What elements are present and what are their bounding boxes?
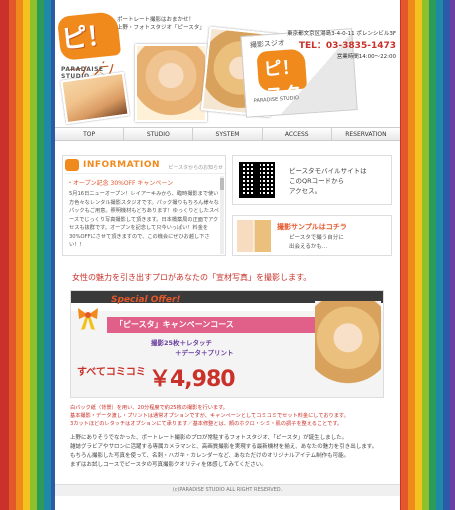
nav-system[interactable]: SYSTEM bbox=[193, 128, 263, 140]
sample-caption-line-1: ピースタで撮う自分に bbox=[289, 235, 344, 241]
description-line-2: 雑誌グラビアやサロンに活躍する専属カメラマンと、高画質撮影を実現する最新機材を揃… bbox=[70, 444, 378, 450]
tagline-line-1: ポートレート撮影はおまかせ！ bbox=[117, 17, 195, 23]
nav-reservation[interactable]: RESERVATION bbox=[332, 128, 400, 140]
news-title[interactable]: ・オープン記念 30%OFF キャンペーン bbox=[67, 178, 173, 187]
qr-caption-line-2: このQRコードから bbox=[289, 177, 345, 185]
qr-caption-line-3: アクセス。 bbox=[289, 187, 322, 195]
offer-note-3: 3カットほどのレタッチはオプションにて承ります／基本修整とは、顔のホクロ・シミ・… bbox=[70, 421, 343, 427]
special-offer-banner: Special Offer! 「ピースタ」キャンペーンコース 撮影25枚＋レタッ… bbox=[70, 290, 384, 398]
special-offer-heading: Special Offer! bbox=[111, 295, 181, 305]
news-body: 5月16日ニューオープン！レイアーキみから、臨時撮影まで使い方色々なレンタル撮影… bbox=[69, 191, 219, 248]
description-line-4: まずはお試しコースでピースタの写真撮影クオリティを体感してみてください。 bbox=[70, 462, 267, 468]
offer-note-1: 白バック紙（背景）を用い、20分程度で約25枚の撮影を行います。 bbox=[70, 405, 228, 411]
offer-price: ￥4,980 bbox=[149, 367, 236, 392]
header: ピ！スタ PARADAISE STUDIO ポートレート撮影はおまかせ！ 上野・… bbox=[55, 0, 400, 128]
offer-contents-line-1: 撮影25枚＋レタッチ bbox=[151, 339, 213, 347]
tagline-line-2: 上野・フォトスタジオ「ピースタ」 bbox=[117, 25, 205, 31]
information-panel: INFORMATION ピースタからのお知らせ ・オープン記念 30%OFF キ… bbox=[62, 155, 226, 256]
footer: (c)PARADISE STUDIO ALL RIGHT RESERVED. bbox=[55, 484, 400, 496]
sample-title[interactable]: 撮影サンプルはコチラ bbox=[277, 222, 347, 232]
main-nav: TOP STUDIO SYSTEM ACCESS RESERVATION bbox=[55, 127, 400, 141]
information-header: INFORMATION ピースタからのお知らせ bbox=[65, 158, 225, 174]
studio-description: 上野にありそうでなかった、ポートレート撮影のプロが常駐するフォトスタジオ、「ピー… bbox=[70, 434, 386, 470]
copyright: (c)PARADISE STUDIO ALL RIGHT RESERVED. bbox=[172, 487, 283, 493]
sample-caption: ピースタで撮う自分に 出会えるかも… bbox=[289, 234, 344, 252]
offer-contents-line-2: ＋データ＋プリント bbox=[175, 349, 234, 357]
nav-studio[interactable]: STUDIO bbox=[124, 128, 194, 140]
address: 東京都文京区湯島3-4-0-11 ポレンシビル3F bbox=[287, 31, 396, 37]
nav-access[interactable]: ACCESS bbox=[263, 128, 332, 140]
sample-thumbnail bbox=[237, 220, 271, 252]
lead-copy: 女性の魅力を引き出すプロがあなたの「宣材写真」を撮影します。 bbox=[72, 273, 312, 282]
studio-logo-icon bbox=[65, 159, 79, 171]
model-photo-2 bbox=[135, 44, 207, 122]
signboard-logo: ピ！スタ bbox=[256, 48, 308, 106]
sample-gallery-link[interactable]: 撮影サンプルはコチラ ピースタで撮う自分に 出会えるかも… bbox=[232, 215, 392, 256]
mobile-qr-panel: ピースタモバイルサイトは このQRコードから アクセス。 bbox=[232, 155, 392, 205]
description-line-3: もちろん撮影した写真を使って、名刺・ハガキ・カレンダーなど、あなただけのオリジナ… bbox=[70, 453, 350, 459]
signboard-title: 撮影スジオ bbox=[249, 38, 286, 50]
business-hours: 営業時間14:00〜22:00 bbox=[336, 54, 396, 60]
offer-model-photo bbox=[315, 301, 381, 393]
offer-note-2: 基本撮影・データ渡し・プリントは通常オプションですが、キャンペーンとしてコミコミ… bbox=[70, 413, 349, 419]
qr-code-icon bbox=[239, 162, 275, 198]
model-photo-1 bbox=[60, 71, 130, 125]
information-subtitle: ピースタからのお知らせ bbox=[168, 165, 223, 171]
description-line-1: 上野にありそうでなかった、ポートレート撮影のプロが常駐するフォトスタジオ、「ピー… bbox=[70, 435, 348, 441]
information-scroll-thumb[interactable] bbox=[220, 178, 224, 190]
campaign-course-title: 「ピースタ」キャンペーンコース bbox=[115, 320, 234, 329]
qr-caption-line-1: ピースタモバイルサイトは bbox=[289, 167, 367, 175]
sample-caption-line-2: 出会えるかも… bbox=[289, 244, 328, 250]
nav-top[interactable]: TOP bbox=[55, 128, 125, 140]
offer-notes: 白バック紙（背景）を用い、20分程度で約25枚の撮影を行います。 基本撮影・デー… bbox=[70, 404, 386, 428]
phone-number[interactable]: TEL：03-3835-1473 bbox=[299, 38, 396, 51]
information-title: INFORMATION bbox=[83, 160, 161, 170]
qr-caption: ピースタモバイルサイトは このQRコードから アクセス。 bbox=[289, 166, 367, 196]
all-inclusive-label: すべてコミコミ bbox=[77, 367, 146, 378]
tagline: ポートレート撮影はおまかせ！ 上野・フォトスタジオ「ピースタ」 bbox=[117, 16, 205, 32]
ribbon-icon bbox=[78, 308, 98, 330]
